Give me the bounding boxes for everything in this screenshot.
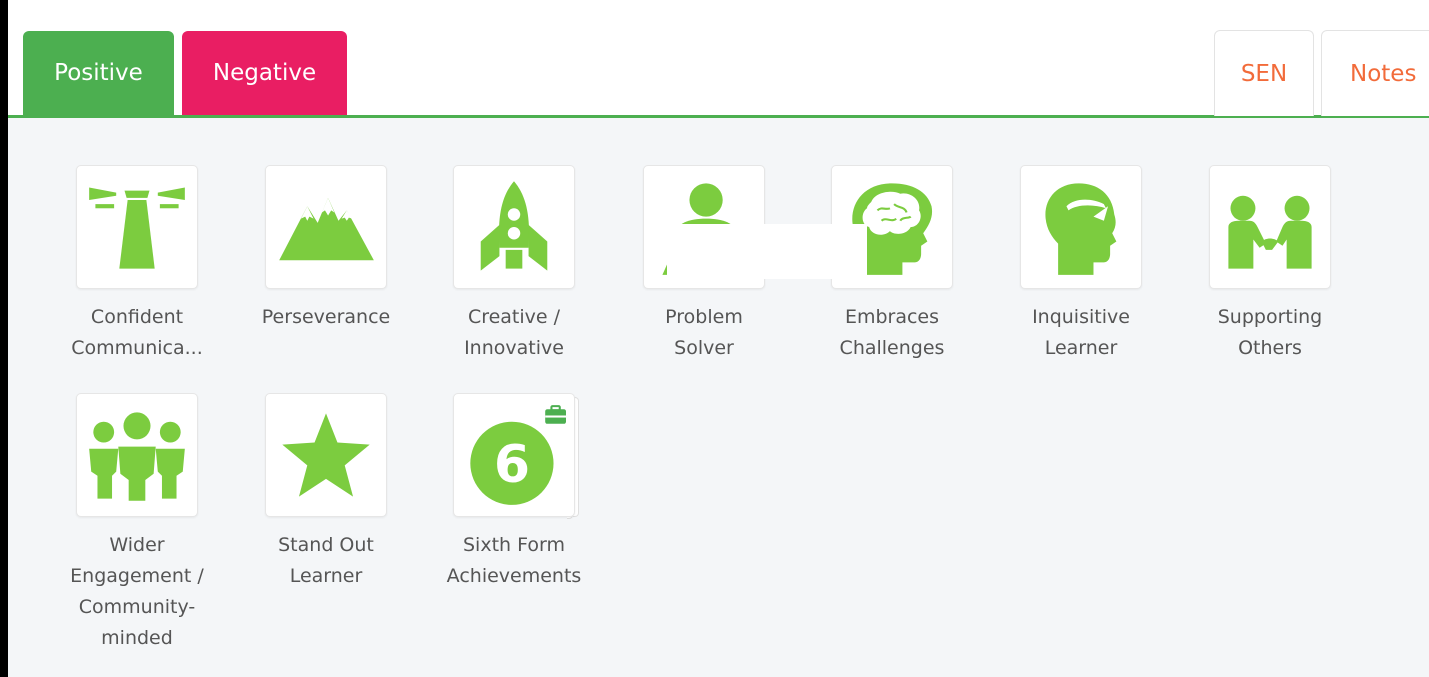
tab-positive-label: Positive — [54, 60, 143, 86]
behaviour-label: Embraces Challenges — [812, 302, 972, 364]
label-line: Learner — [1044, 337, 1118, 359]
behaviour-tile-supporting-others[interactable] — [1209, 165, 1331, 289]
behaviour-label: Problem Solver — [624, 302, 784, 364]
behaviour-label: Confident Communica... — [57, 302, 217, 364]
tab-negative-label: Negative — [212, 60, 317, 86]
label-line: Community- — [78, 596, 196, 618]
tab-bar: Positive Negative SEN Notes — [8, 0, 1429, 118]
label-line: minded — [101, 627, 173, 649]
behaviour-label: Supporting Others — [1190, 302, 1350, 364]
tab-negative[interactable]: Negative — [182, 31, 347, 115]
behaviour-tile-creative-innovative[interactable] — [453, 165, 575, 289]
tab-positive[interactable]: Positive — [23, 31, 174, 115]
label-line: Embraces — [844, 306, 940, 328]
behaviour-label: Creative / Innovative — [434, 302, 594, 364]
label-line: Sixth Form — [463, 534, 565, 556]
label-line: Communica... — [71, 337, 203, 359]
handshake-icon — [1228, 195, 1312, 269]
tab-notes-label: Notes — [1350, 60, 1417, 87]
label-line: Creative / — [467, 306, 561, 328]
tab-notes[interactable]: Notes — [1321, 30, 1429, 116]
group-icon — [89, 412, 185, 501]
behaviour-label: Wider Engagement / Community- minded — [57, 530, 217, 654]
behaviour-tile-confident-communicator[interactable] — [76, 165, 198, 289]
behaviour-tile-inquisitive-learner[interactable] — [1020, 165, 1142, 289]
behaviour-label: Stand Out Learner — [246, 530, 406, 592]
label-line: Challenges — [839, 337, 945, 359]
label-line: Others — [1238, 337, 1302, 359]
behaviour-label: Sixth Form Achievements — [434, 530, 594, 592]
label-line: Solver — [674, 337, 734, 359]
label-line: Problem — [665, 306, 743, 328]
behaviour-panel: Positive Negative SEN Notes Confident Co… — [8, 0, 1429, 677]
number-six-glyph: 6 — [494, 435, 530, 495]
behaviour-tile-stand-out-learner[interactable] — [265, 393, 387, 517]
tab-sen[interactable]: SEN — [1214, 30, 1314, 116]
label-line: Achievements — [446, 565, 582, 587]
behaviour-tile-perseverance[interactable] — [265, 165, 387, 289]
tab-sen-label: SEN — [1240, 60, 1288, 87]
behaviour-tile-wider-engagement[interactable] — [76, 393, 198, 517]
number-six-icon: 6 — [470, 405, 566, 505]
label-line: Inquisitive — [1032, 306, 1130, 328]
rocket-icon — [480, 181, 548, 271]
behaviour-label: Inquisitive Learner — [1001, 302, 1161, 364]
thinking-head-icon — [1045, 183, 1117, 275]
label-line: Wider — [109, 534, 165, 556]
mountains-icon — [279, 197, 374, 261]
label-line: Learner — [289, 565, 363, 587]
label-line: Supporting — [1217, 306, 1323, 328]
label-line: Innovative — [464, 337, 564, 359]
label-line: Engagement / — [70, 565, 204, 587]
label-line: Perseverance — [261, 306, 391, 328]
behaviour-label: Perseverance — [246, 302, 406, 333]
redaction-box — [667, 224, 867, 279]
label-line: Stand Out — [278, 534, 374, 556]
behaviour-folder-sixth-form-achievements[interactable]: 6 — [453, 393, 575, 517]
lighthouse-icon — [89, 187, 185, 269]
star-icon — [282, 413, 370, 497]
label-line: Confident — [90, 306, 184, 328]
